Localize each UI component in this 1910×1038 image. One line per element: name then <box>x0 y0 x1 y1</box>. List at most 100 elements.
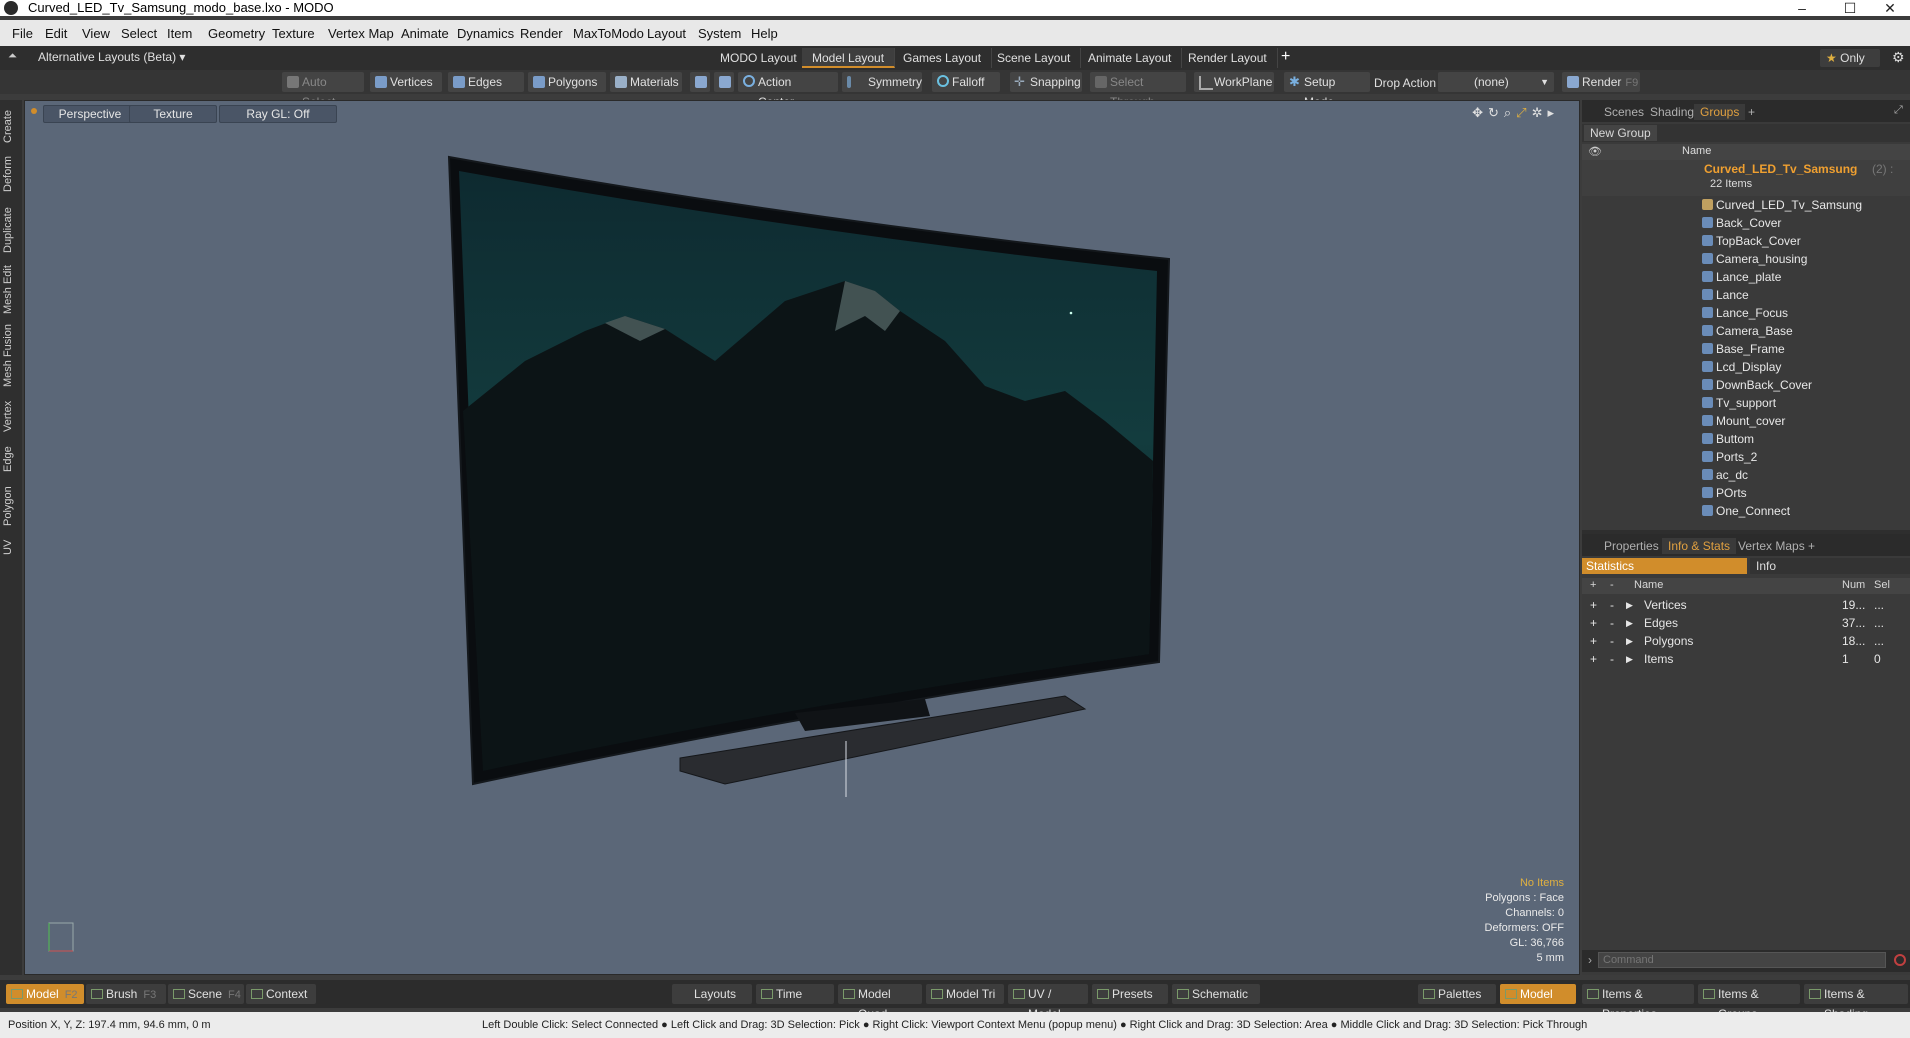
tab-render-layout[interactable]: Render Layout <box>1178 48 1278 68</box>
tab-animate-layout[interactable]: Animate Layout <box>1078 48 1183 68</box>
tab-create[interactable]: Create <box>2 106 20 146</box>
gear-icon[interactable]: ⚙ <box>1892 49 1905 66</box>
subtab-statistics[interactable]: Statistics <box>1582 558 1747 574</box>
tab-mesh-edit[interactable]: Mesh Edit <box>2 264 20 316</box>
setup-mode-button[interactable]: ✱Setup Mode <box>1284 72 1370 109</box>
scene-mode-button[interactable]: Scene F4 <box>168 984 244 1004</box>
new-group-button[interactable]: New Group <box>1584 125 1657 141</box>
brush-mode-button[interactable]: Brush F3 <box>86 984 166 1004</box>
element-select-2-button[interactable] <box>714 72 734 92</box>
table-row[interactable]: + - ▶ Items 1 0 <box>1582 650 1900 668</box>
select-through-button[interactable]: Select Through <box>1090 72 1186 109</box>
expand-panel-icon[interactable]: ⤢ <box>1894 104 1903 117</box>
menu-layout[interactable]: Layout <box>647 26 686 41</box>
list-item[interactable]: POrts <box>1702 484 1747 502</box>
tab-shading[interactable]: Shading <box>1644 104 1700 120</box>
minimize-button[interactable]: – <box>1782 0 1822 16</box>
tab-duplicate[interactable]: Duplicate <box>2 202 20 258</box>
model-layout-button[interactable]: Model <box>1500 984 1576 1004</box>
list-item[interactable]: Camera_housing <box>1702 250 1807 268</box>
list-item[interactable]: Base_Frame <box>1702 340 1785 358</box>
uv-model-button[interactable]: UV / Model <box>1008 984 1088 1021</box>
table-row[interactable]: + - ▶ Vertices 19...... <box>1582 596 1900 614</box>
tab-model-layout[interactable]: Model Layout <box>802 48 896 68</box>
list-item[interactable]: TopBack_Cover <box>1702 232 1801 250</box>
time-button[interactable]: Time <box>756 984 834 1004</box>
tab-vertex-maps[interactable]: Vertex Maps <box>1732 538 1811 554</box>
list-item[interactable]: Back_Cover <box>1702 214 1781 232</box>
table-row[interactable]: + - ▶ Edges 37...... <box>1582 614 1900 632</box>
tab-scene-layout[interactable]: Scene Layout <box>987 48 1082 68</box>
tab-properties[interactable]: Properties <box>1598 538 1665 554</box>
vertices-button[interactable]: Vertices <box>370 72 442 92</box>
context-button[interactable]: Context <box>246 984 316 1004</box>
tab-edge[interactable]: Edge <box>2 442 20 476</box>
menu-edit[interactable]: Edit <box>45 26 67 41</box>
tab-uv[interactable]: UV <box>2 536 20 558</box>
expand-all-icon[interactable]: + <box>1590 579 1596 591</box>
list-item[interactable]: Mount_cover <box>1702 412 1785 430</box>
symmetry-button[interactable]: Symmetry <box>842 72 922 92</box>
model-quad-button[interactable]: Model Quad <box>838 984 922 1021</box>
items-shading-button[interactable]: Items & Shading <box>1804 984 1908 1021</box>
falloff-button[interactable]: Falloff <box>932 72 1000 92</box>
subtab-info[interactable]: Info <box>1750 558 1910 574</box>
menu-geometry[interactable]: Geometry <box>208 26 265 41</box>
tab-mesh-fusion[interactable]: Mesh Fusion <box>2 322 20 390</box>
tab-groups[interactable]: Groups <box>1694 104 1746 120</box>
list-item[interactable]: Lcd_Display <box>1702 358 1781 376</box>
items-groups-button[interactable]: Items & Groups <box>1698 984 1800 1021</box>
list-item[interactable]: Buttom <box>1702 430 1754 448</box>
layout-selector[interactable]: Alternative Layouts (Beta) ▾ <box>38 50 185 64</box>
menu-vertex-map[interactable]: Vertex Map <box>328 26 394 41</box>
command-input[interactable] <box>1598 952 1886 968</box>
menu-view[interactable]: View <box>82 26 110 41</box>
tab-scenes[interactable]: Scenes <box>1598 104 1650 120</box>
add-tab-button[interactable]: + <box>1742 104 1761 120</box>
model-mode-button[interactable]: Model F2 <box>6 984 84 1004</box>
3d-viewport[interactable]: Perspective Texture Ray GL: Off ✥↻⌕⤢✲▸ N… <box>24 100 1580 975</box>
list-item[interactable]: Ports_2 <box>1702 448 1757 466</box>
maximize-button[interactable]: ☐ <box>1830 0 1870 16</box>
collapse-icon[interactable]: ⏶ <box>8 50 17 63</box>
layouts-button[interactable]: Layouts <box>672 984 752 1004</box>
workplane-button[interactable]: WorkPlane <box>1194 72 1274 92</box>
polygons-button[interactable]: Polygons <box>528 72 606 92</box>
table-row[interactable]: + - ▶ Polygons 18...... <box>1582 632 1900 650</box>
snapping-button[interactable]: ✛ Snapping <box>1010 72 1082 92</box>
auto-select-button[interactable]: Auto Select <box>282 72 364 109</box>
render-button[interactable]: Render F9 <box>1562 72 1640 92</box>
list-item[interactable]: Lance_Focus <box>1702 304 1788 322</box>
group-row[interactable]: Curved_LED_Tv_Samsung (2) : 22 Items <box>1582 160 1910 196</box>
edges-button[interactable]: Edges <box>448 72 524 92</box>
tab-vertex[interactable]: Vertex <box>2 396 20 436</box>
collapse-all-icon[interactable]: - <box>1610 579 1614 591</box>
menu-maxtomodo[interactable]: MaxToModo <box>573 26 644 41</box>
menu-texture[interactable]: Texture <box>272 26 315 41</box>
materials-button[interactable]: Materials <box>610 72 682 92</box>
action-center-button[interactable]: Action Center <box>738 72 838 109</box>
menu-animate[interactable]: Animate <box>401 26 449 41</box>
tab-info-stats[interactable]: Info & Stats <box>1662 538 1737 554</box>
add-layout-button[interactable]: + <box>1281 48 1290 66</box>
list-item[interactable]: Curved_LED_Tv_Samsung <box>1702 196 1862 214</box>
list-item[interactable]: Lance <box>1702 286 1749 304</box>
list-item[interactable]: ac_dc <box>1702 466 1748 484</box>
menu-help[interactable]: Help <box>751 26 778 41</box>
tab-deform[interactable]: Deform <box>2 152 20 196</box>
only-toggle[interactable]: ★ Only <box>1820 49 1880 67</box>
list-item[interactable]: Lance_plate <box>1702 268 1781 286</box>
menu-dynamics[interactable]: Dynamics <box>457 26 514 41</box>
model-tri-button[interactable]: Model Tri <box>926 984 1004 1004</box>
menu-select[interactable]: Select <box>121 26 157 41</box>
close-button[interactable]: ✕ <box>1870 0 1910 16</box>
tab-games-layout[interactable]: Games Layout <box>893 48 993 68</box>
add-tab-button[interactable]: + <box>1802 538 1821 554</box>
schematic-button[interactable]: Schematic <box>1172 984 1260 1004</box>
element-select-button[interactable] <box>690 72 710 92</box>
menu-render[interactable]: Render <box>520 26 563 41</box>
menu-file[interactable]: File <box>12 26 33 41</box>
list-item[interactable]: DownBack_Cover <box>1702 376 1812 394</box>
record-icon[interactable] <box>1894 954 1906 966</box>
menu-item[interactable]: Item <box>167 26 192 41</box>
